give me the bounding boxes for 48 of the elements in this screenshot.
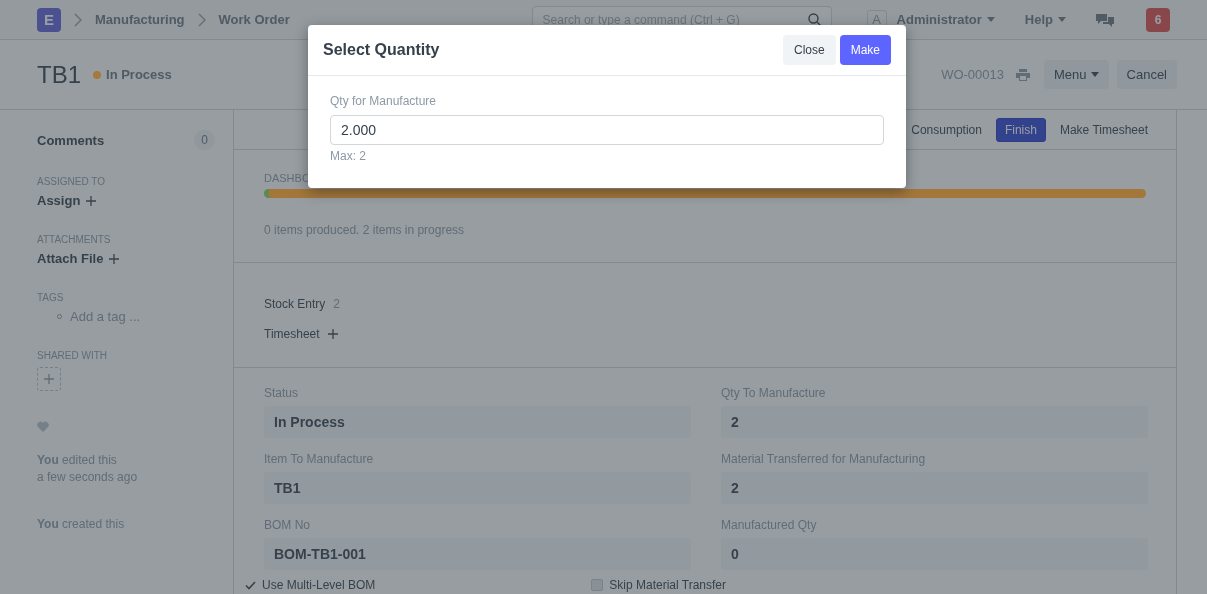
search-icon	[807, 13, 821, 26]
caret-icon	[1058, 17, 1066, 22]
checkbox-label: Skip Material Transfer	[609, 578, 726, 592]
plus-icon	[44, 374, 54, 384]
make-button[interactable]: Make	[839, 35, 891, 65]
print-icon[interactable]	[1016, 68, 1030, 81]
field-label: Qty for Manufacture	[330, 94, 438, 108]
field-value: 0	[721, 538, 1148, 570]
add-icon	[327, 329, 338, 339]
field-value: TB1	[264, 472, 691, 504]
dialog-title: Select Quantity	[323, 41, 440, 59]
breadcrumb-link[interactable]: Manufacturing	[95, 12, 185, 27]
field-value: 2	[721, 472, 1148, 504]
comments-label: Comments	[37, 132, 105, 148]
connection-link[interactable]: Stock Entry	[264, 297, 326, 311]
chevron-icon	[73, 12, 83, 27]
chevron-icon	[196, 12, 207, 27]
toolbar-button[interactable]: Consumption	[903, 118, 990, 141]
share-add-button[interactable]	[37, 367, 61, 391]
plus-icon	[109, 253, 120, 264]
checkbox-label: Use Multi-Level BOM	[262, 578, 376, 592]
user-menu[interactable]: Administrator	[896, 12, 995, 27]
comment-count: 0	[194, 130, 215, 150]
field-value: In Process	[264, 406, 691, 438]
breadcrumb-link[interactable]: Work Order	[218, 12, 290, 27]
field-value: 2	[721, 406, 1148, 438]
caret-icon	[1090, 72, 1099, 77]
caret-icon	[986, 17, 995, 22]
field-hint: Max: 2	[330, 149, 367, 163]
app-logo[interactable]: E	[37, 7, 61, 32]
sidebar-action-link[interactable]: Attach File	[37, 251, 215, 266]
sidebar-action-link[interactable]: Assign	[37, 193, 215, 208]
close-button[interactable]: Close	[782, 35, 836, 65]
chat-icon[interactable]	[1096, 12, 1114, 27]
notification-badge[interactable]: 6	[1146, 7, 1170, 32]
cancel-button[interactable]: Cancel	[1116, 60, 1177, 89]
quantity-input[interactable]: 2.000	[330, 115, 884, 145]
heart-icon[interactable]	[37, 421, 49, 432]
menu-button[interactable]: Menu	[1044, 60, 1109, 89]
field-value: BOM-TB1-001	[264, 538, 691, 570]
plus-icon	[86, 195, 97, 206]
help-menu[interactable]: Help	[1024, 12, 1066, 27]
toolbar-button[interactable]: Finish	[995, 117, 1046, 142]
toolbar-button[interactable]: Make Timesheet	[1051, 118, 1156, 141]
checkbox[interactable]	[244, 579, 256, 591]
status-indicator: In Process	[93, 67, 172, 82]
page-title: TB1	[37, 60, 81, 89]
connection-link[interactable]: Timesheet	[264, 327, 320, 341]
